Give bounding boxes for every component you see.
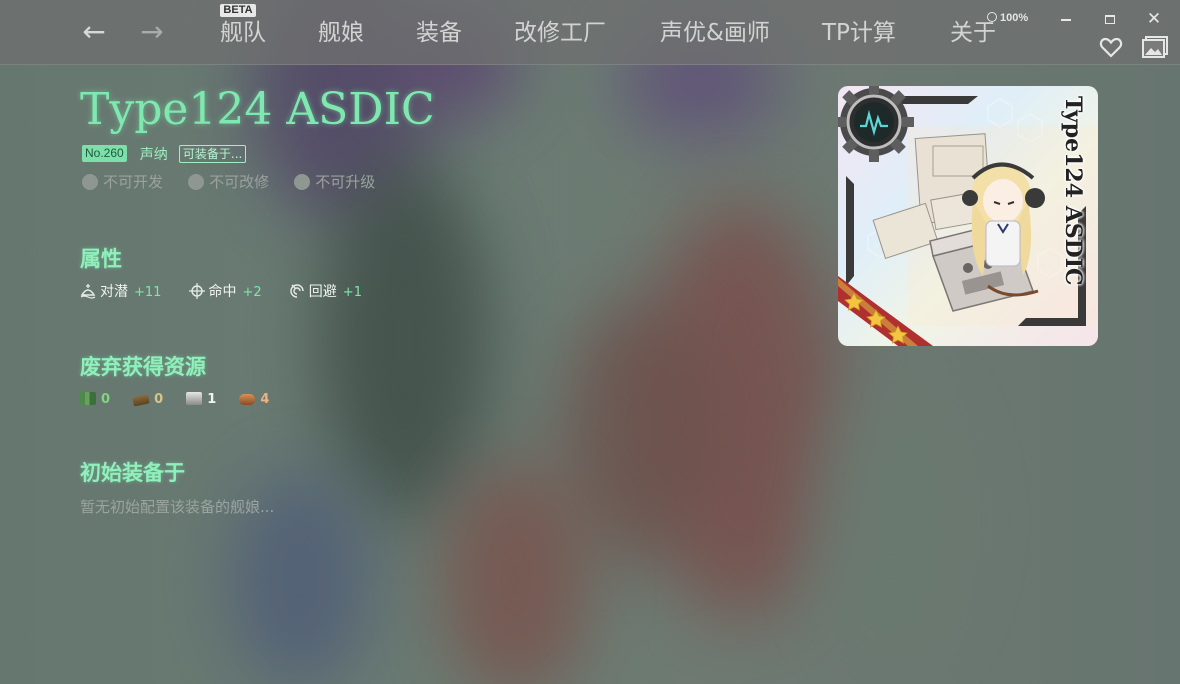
bauxite-icon bbox=[239, 394, 256, 405]
gallery-icon[interactable] bbox=[1142, 36, 1168, 58]
equipment-number-badge: No.260 bbox=[82, 145, 127, 162]
top-navigation-bar: ← → BETA 舰队 舰娘 装备 改修工厂 声优&画师 TP计算 关于 100… bbox=[0, 0, 1180, 65]
equipment-meta: No.260 声纳 可装备于... bbox=[82, 143, 247, 163]
nav-item-voice-illustrators[interactable]: 声优&画师 bbox=[660, 17, 770, 49]
zoom-level: 100% bbox=[1000, 12, 1029, 24]
maximize-button[interactable] bbox=[1098, 8, 1122, 30]
zoom-icon bbox=[987, 12, 997, 22]
accuracy-icon bbox=[188, 283, 205, 299]
equippable-ships-button[interactable]: 可装备于... bbox=[178, 144, 247, 163]
resource-steel: 1 bbox=[186, 390, 216, 410]
flag-not-upgradable: 不可升级 bbox=[294, 172, 375, 192]
resource-bauxite: 4 bbox=[239, 390, 269, 410]
stat-accuracy: 命中 +2 bbox=[188, 282, 262, 303]
equipment-name: Type124 ASDIC bbox=[80, 84, 435, 135]
stat-evasion-value: +1 bbox=[342, 285, 362, 300]
steel-icon bbox=[186, 392, 203, 405]
initial-equipped-empty: 暂无初始配置该装备的舰娘... bbox=[80, 498, 275, 516]
nav-item-equipment[interactable]: 装备 bbox=[416, 17, 462, 49]
scrap-resources-heading: 废弃获得资源 bbox=[80, 354, 206, 379]
heart-icon[interactable] bbox=[1099, 36, 1123, 58]
ammo-icon bbox=[132, 394, 150, 407]
resource-fuel: 0 bbox=[80, 390, 110, 410]
card-equipment-name: Type124 ASDIC bbox=[1060, 96, 1086, 286]
attributes-heading: 属性 bbox=[80, 246, 122, 271]
equipment-type: 声纳 bbox=[139, 146, 168, 163]
close-icon: ✕ bbox=[1146, 9, 1162, 29]
fuel-icon bbox=[80, 392, 96, 405]
stat-accuracy-value: +2 bbox=[242, 285, 262, 300]
equipment-flags: 不可开发 不可改修 不可升级 bbox=[82, 172, 395, 192]
zoom-indicator[interactable]: 100% bbox=[987, 10, 1028, 26]
nav-item-tp-calculator[interactable]: TP计算 bbox=[822, 17, 896, 49]
nav-item-fleet[interactable]: 舰队 bbox=[220, 17, 266, 49]
maximize-icon bbox=[1105, 15, 1115, 24]
beta-badge: BETA bbox=[220, 4, 256, 17]
stat-asw: 对潜 +11 bbox=[80, 282, 161, 303]
initial-equipped-heading: 初始装备于 bbox=[80, 460, 185, 485]
status-dot-icon bbox=[294, 174, 311, 190]
stat-evasion: 回避 +1 bbox=[289, 282, 362, 303]
forward-arrow-icon[interactable]: → bbox=[137, 18, 167, 48]
status-dot-icon bbox=[188, 174, 205, 190]
close-button[interactable]: ✕ bbox=[1142, 8, 1166, 30]
stat-asw-value: +11 bbox=[134, 285, 162, 300]
nav-item-improvement-arsenal[interactable]: 改修工厂 bbox=[514, 17, 606, 49]
nav-item-shipgirls[interactable]: 舰娘 bbox=[318, 17, 364, 49]
flag-not-developable: 不可开发 bbox=[82, 172, 163, 192]
rarity-stars bbox=[844, 292, 908, 344]
minimize-button[interactable] bbox=[1054, 8, 1078, 30]
status-dot-icon bbox=[82, 174, 98, 190]
back-arrow-icon[interactable]: ← bbox=[79, 18, 109, 48]
evasion-icon bbox=[290, 284, 304, 298]
asw-icon bbox=[80, 284, 96, 299]
flag-not-improvable: 不可改修 bbox=[188, 172, 269, 192]
scrap-resources-list: 0 0 1 4 bbox=[80, 388, 287, 408]
resource-ammo: 0 bbox=[132, 390, 163, 410]
minimize-icon bbox=[1061, 18, 1071, 21]
attributes-list: 对潜 +11 命中 +2 回避 +1 bbox=[80, 281, 384, 301]
